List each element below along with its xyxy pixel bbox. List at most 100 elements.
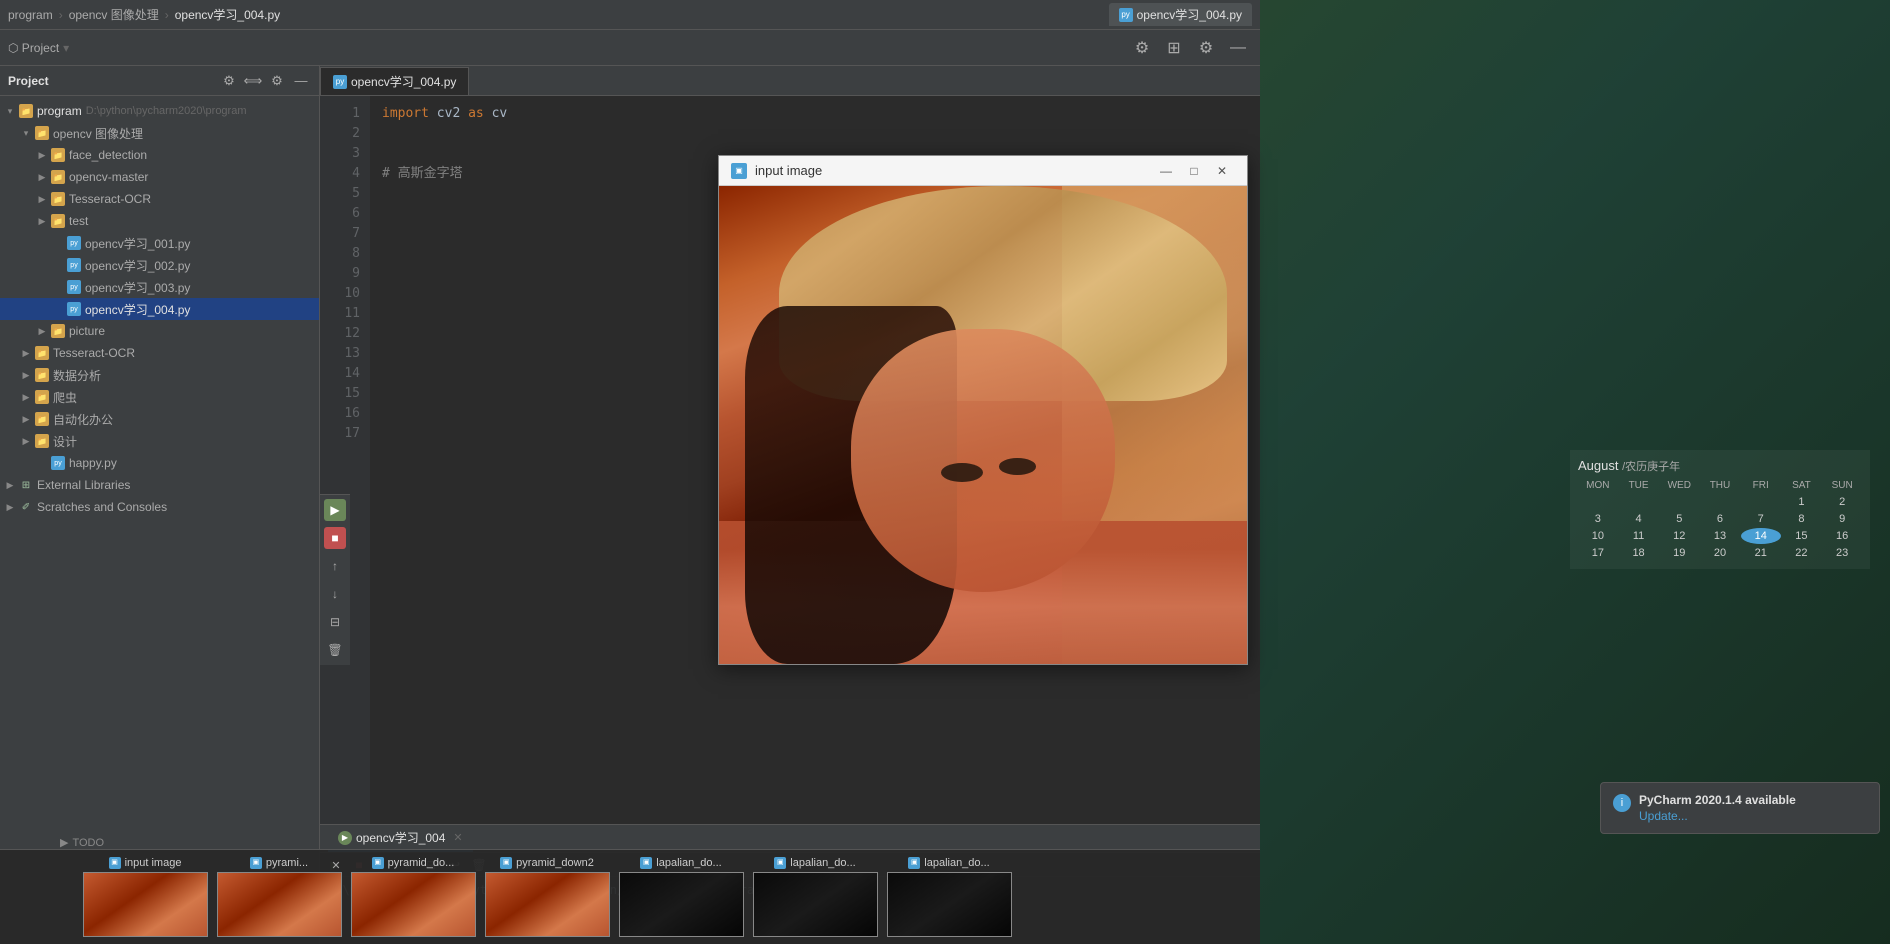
taskbar-lapalian-3[interactable]: ▣ lapalian_do...	[884, 857, 1014, 937]
taskbar-pyramid-down2[interactable]: ▣ pyramid_down2	[482, 857, 612, 937]
settings-gear-icon[interactable]: ⚙	[1128, 34, 1156, 62]
line-num-15: 15	[324, 384, 366, 404]
arrow-down-icon-2: ▾	[20, 127, 32, 139]
tree-item-happy[interactable]: py happy.py	[0, 452, 319, 474]
tree-item-opencv-img[interactable]: ▾ 📁 opencv 图像处理	[0, 122, 319, 144]
window-maximize-button[interactable]: □	[1181, 160, 1207, 182]
tree-item-opencv-master[interactable]: ▶ 📁 opencv-master	[0, 166, 319, 188]
minimize-icon[interactable]: —	[1224, 34, 1252, 62]
window-controls: — □ ✕	[1153, 160, 1235, 182]
py-icon-1: py	[67, 236, 81, 250]
cal-day-8: 8	[1782, 511, 1822, 527]
taskbar-pyrami[interactable]: ▣ pyrami... ✕	[214, 857, 344, 937]
run-red-button[interactable]: ■	[324, 527, 346, 549]
window-titlebar: ▣ input image — □ ✕	[719, 156, 1247, 186]
sidebar-gear-icon[interactable]: ⚙	[267, 71, 287, 91]
spacer-2	[52, 259, 64, 271]
taskbar-pyramid-do[interactable]: ▣ pyramid_do...	[348, 857, 478, 937]
folder-icon-7: 📁	[51, 324, 65, 338]
thumb-lena-3	[352, 873, 475, 936]
input-image-window: ▣ input image — □ ✕	[718, 155, 1248, 665]
tree-item-tesseract2[interactable]: ▶ 📁 Tesseract-OCR	[0, 342, 319, 364]
run-green-button[interactable]: ▶	[324, 499, 346, 521]
run-icon: ▶	[338, 831, 352, 845]
tree-item-ext-libs[interactable]: ▶ ⊞ External Libraries	[0, 474, 319, 496]
taskbar-icon-3: ▣	[372, 857, 384, 869]
sidebar-minus-icon[interactable]: —	[291, 71, 311, 91]
tab-py-icon: py	[333, 75, 347, 89]
title-tab-file[interactable]: py opencv学习_004.py	[1109, 3, 1252, 26]
taskbar-text-7: lapalian_do...	[924, 857, 989, 869]
calendar-grid: MON TUE WED THU FRI SAT SUN 1 2 3 4 5 6 …	[1578, 478, 1862, 561]
sidebar-tree: ▾ 📁 program D:\python\pycharm2020\progra…	[0, 96, 319, 944]
cal-day-5: 5	[1659, 511, 1699, 527]
tree-path: D:\python\pycharm2020\program	[86, 105, 247, 117]
taskbar-lapalian-2[interactable]: ▣ lapalian_do...	[750, 857, 880, 937]
tree-item-automation[interactable]: ▶ 📁 自动化办公	[0, 408, 319, 430]
window-close-button[interactable]: ✕	[1209, 160, 1235, 182]
tree-item-scratches[interactable]: ▶ ✐ Scratches and Consoles	[0, 496, 319, 518]
tree-item-file-003[interactable]: py opencv学习_003.py	[0, 276, 319, 298]
window-minimize-button[interactable]: —	[1153, 160, 1179, 182]
cal-day-9: 9	[1822, 511, 1862, 527]
cal-day-15: 15	[1782, 528, 1822, 544]
arrow-right-icon-8: ▶	[20, 391, 32, 403]
folder-icon-4: 📁	[51, 170, 65, 184]
taskbar-text-5: lapalian_do...	[656, 857, 721, 869]
layout-icon[interactable]: ⊞	[1160, 34, 1188, 62]
tab-file-label: opencv学习_004.py	[351, 73, 456, 90]
cal-day-20: 20	[1700, 545, 1740, 561]
calendar-month: August	[1578, 458, 1618, 473]
folder-icon-8: 📁	[35, 346, 49, 360]
toolbar: ⬡ Project ▾ ⚙ ⊞ ⚙ —	[0, 30, 1260, 66]
sidebar-settings-icon[interactable]: ⚙	[219, 71, 239, 91]
tree-item-file-001[interactable]: py opencv学习_001.py	[0, 232, 319, 254]
tree-item-design[interactable]: ▶ 📁 设计	[0, 430, 319, 452]
tree-label-opencv-master: opencv-master	[69, 170, 148, 184]
notification-update-link[interactable]: Update...	[1639, 809, 1867, 823]
thumb-lena-2	[218, 873, 341, 936]
project-sidebar: Project ⚙ ⟺ ⚙ — ▾ 📁 program D:\python\py…	[0, 66, 320, 944]
editor-tab-active[interactable]: py opencv学习_004.py	[320, 67, 469, 95]
thumb-dark-1	[620, 873, 743, 936]
config-icon[interactable]: ⚙	[1192, 34, 1220, 62]
run-side-btn-3[interactable]: ⊟	[324, 611, 346, 633]
cal-day-21: 21	[1741, 545, 1781, 561]
taskbar-input-image[interactable]: ▣ input image	[80, 857, 210, 937]
cal-day-4: 4	[1619, 511, 1659, 527]
taskbar-close-pyrami[interactable]: ✕	[328, 857, 344, 873]
taskbar-text-4: pyramid_down2	[516, 857, 594, 869]
taskbar-text-6: lapalian_do...	[790, 857, 855, 869]
tree-item-file-002[interactable]: py opencv学习_002.py	[0, 254, 319, 276]
tree-item-crawl[interactable]: ▶ 📁 爬虫	[0, 386, 319, 408]
tree-item-test[interactable]: ▶ 📁 test	[0, 210, 319, 232]
tree-item-picture[interactable]: ▶ 📁 picture	[0, 320, 319, 342]
tree-item-file-004[interactable]: py opencv学习_004.py	[0, 298, 319, 320]
tree-label-tesseract2: Tesseract-OCR	[53, 346, 135, 360]
run-side-btn-2[interactable]: ↓	[324, 583, 346, 605]
spacer-5	[36, 457, 48, 469]
sidebar-expand-icon[interactable]: ⟺	[243, 71, 263, 91]
tree-label-004: opencv学习_004.py	[85, 301, 190, 318]
todo-indicator: ▶ TODO	[60, 836, 104, 849]
taskbar-lapalian-1[interactable]: ▣ lapalian_do...	[616, 857, 746, 937]
tree-item-program[interactable]: ▾ 📁 program D:\python\pycharm2020\progra…	[0, 100, 319, 122]
folder-icon-9: 📁	[35, 368, 49, 382]
py-file-icon: py	[1119, 8, 1133, 22]
tree-label-003: opencv学习_003.py	[85, 279, 190, 296]
taskbar-label-lapalian-2: ▣ lapalian_do...	[774, 857, 855, 869]
cal-day-empty-5	[1741, 494, 1781, 510]
cal-day-2: 2	[1822, 494, 1862, 510]
tree-item-data-analysis[interactable]: ▶ 📁 数据分析	[0, 364, 319, 386]
run-tab[interactable]: ▶ opencv学习_004 ✕	[328, 826, 473, 852]
run-side-btn-1[interactable]: ↑	[324, 555, 346, 577]
run-side-btn-4[interactable]: 🗑	[324, 639, 346, 661]
line-num-11: 11	[324, 304, 366, 324]
folder-icon-6: 📁	[51, 214, 65, 228]
arrow-right-icon-3: ▶	[36, 193, 48, 205]
tree-item-tesseract[interactable]: ▶ 📁 Tesseract-OCR	[0, 188, 319, 210]
tree-item-face-detection[interactable]: ▶ 📁 face_detection	[0, 144, 319, 166]
run-tab-close[interactable]: ✕	[453, 831, 462, 844]
tree-label-crawl: 爬虫	[53, 389, 77, 406]
taskbar-thumb-4	[485, 872, 610, 937]
